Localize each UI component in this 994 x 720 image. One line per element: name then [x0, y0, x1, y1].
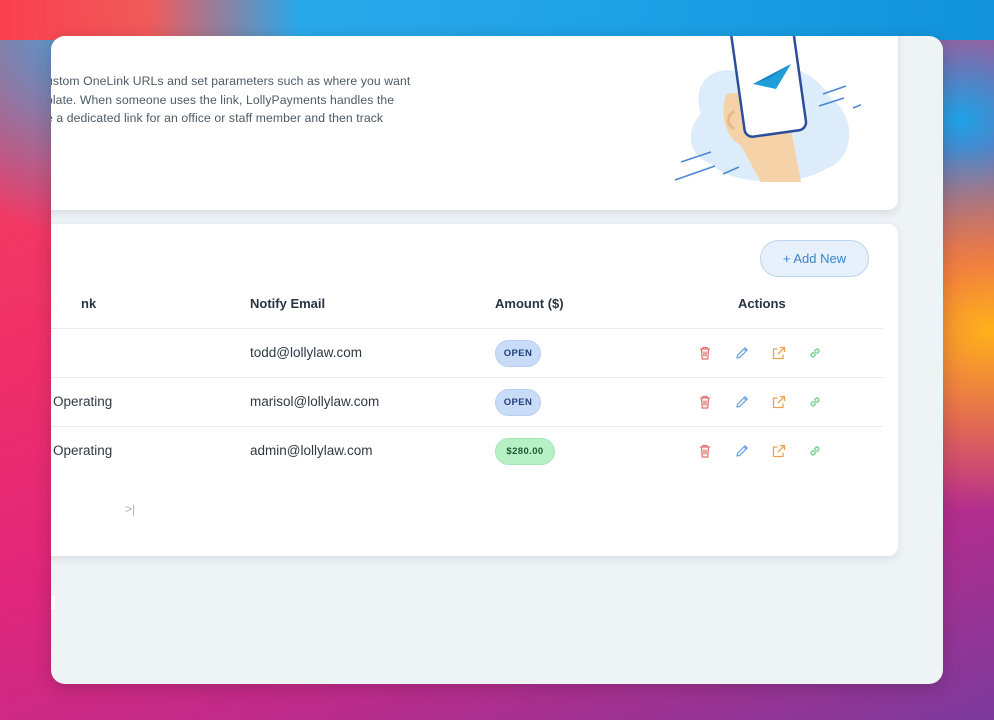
delete-icon[interactable]	[697, 345, 713, 361]
phone-hand-illustration	[674, 36, 861, 182]
delete-icon[interactable]	[697, 394, 713, 410]
edit-icon[interactable]	[734, 394, 750, 410]
copy-link-icon[interactable]	[807, 443, 823, 459]
onelinks-table-card: + Add New nk Notify Email Amount ($) Act…	[51, 224, 898, 556]
table-row[interactable]: Operating marisol@lollylaw.com OPEN	[51, 377, 883, 426]
table-row[interactable]: todd@lollylaw.com OPEN	[51, 328, 883, 377]
edit-icon[interactable]	[734, 345, 750, 361]
open-external-icon[interactable]	[771, 345, 787, 361]
pagination-last-button[interactable]: >|	[125, 502, 135, 516]
column-header-actions: Actions	[738, 296, 786, 311]
status-badge: OPEN	[495, 340, 541, 367]
footer-marker	[51, 596, 55, 609]
link-cell: Operating	[53, 443, 113, 458]
link-cell: Operating	[53, 394, 113, 409]
open-external-icon[interactable]	[771, 443, 787, 459]
desktop-wallpaper-band	[0, 0, 994, 40]
email-cell: admin@lollylaw.com	[250, 443, 373, 458]
app-window: ustom OneLink URLs and set parameters su…	[51, 36, 943, 684]
description-line: ustom OneLink URLs and set parameters su…	[51, 74, 411, 88]
open-external-icon[interactable]	[771, 394, 787, 410]
description-line: plate. When someone uses the link, Lolly…	[51, 92, 395, 107]
copy-link-icon[interactable]	[807, 394, 823, 410]
onelink-info-card: ustom OneLink URLs and set parameters su…	[51, 36, 898, 210]
description-line: e a dedicated link for an office or staf…	[51, 111, 384, 125]
table-row[interactable]: Operating admin@lollylaw.com $280.00	[51, 426, 883, 475]
status-badge: OPEN	[495, 389, 541, 416]
email-cell: todd@lollylaw.com	[250, 345, 363, 360]
column-header-notify-email[interactable]: Notify Email	[250, 296, 325, 311]
column-header-amount[interactable]: Amount ($)	[495, 296, 564, 311]
amount-badge: $280.00	[495, 438, 555, 465]
column-header-link[interactable]: nk	[81, 296, 96, 311]
email-cell: marisol@lollylaw.com	[250, 394, 380, 409]
delete-icon[interactable]	[697, 443, 713, 459]
copy-link-icon[interactable]	[807, 345, 823, 361]
edit-icon[interactable]	[734, 443, 750, 459]
onelink-description: ustom OneLink URLs and set parameters su…	[51, 72, 476, 128]
add-new-button[interactable]: + Add New	[760, 240, 869, 277]
